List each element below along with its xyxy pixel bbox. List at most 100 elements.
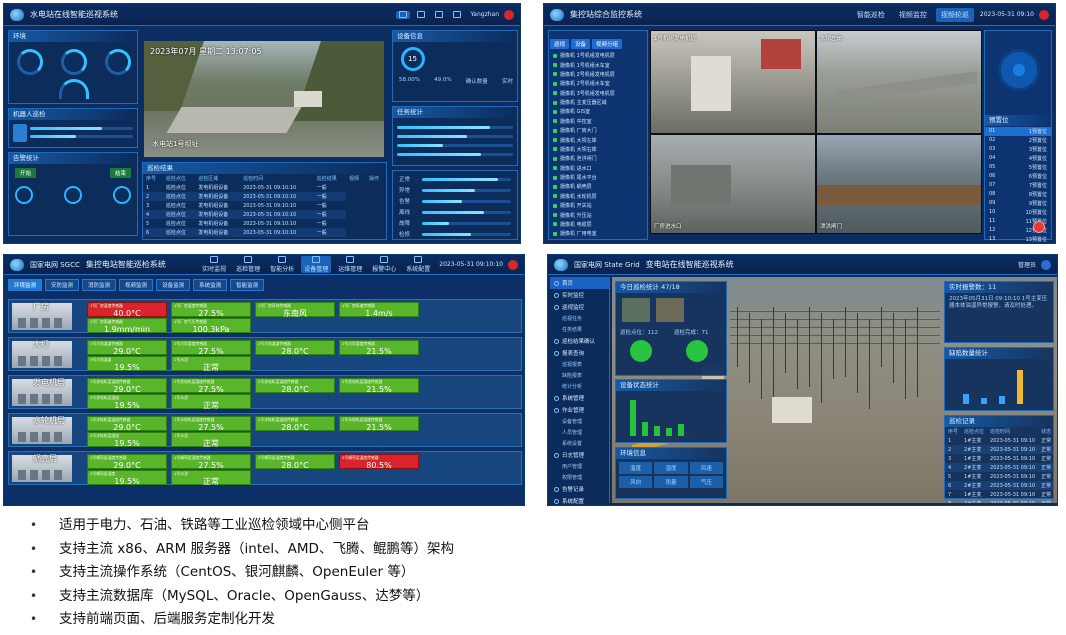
s4-menu-item[interactable]: 日志管理 bbox=[550, 449, 609, 461]
s3-sensor-cell[interactable]: 2号蜗壳层温度传感器 28.0°C bbox=[255, 454, 335, 470]
s4-menu-item[interactable]: 系统管理 bbox=[550, 392, 609, 404]
s2-tree-item[interactable]: 摄像机 厂房大门 bbox=[549, 126, 647, 135]
s4-menu-item[interactable]: 系统设置 bbox=[550, 438, 609, 449]
s4-menu-item[interactable]: 系统配置 bbox=[550, 495, 609, 505]
s2-tree-item[interactable]: 摄像机 开关站 bbox=[549, 201, 647, 210]
s4-menu-item[interactable]: 实时监控 bbox=[550, 289, 609, 301]
s3-sensor-cell[interactable]: 1号大坝湿度传感器 27.5% bbox=[171, 340, 251, 356]
s4-menu-item[interactable]: 报表查询 bbox=[550, 347, 609, 359]
s3-sensor-cell[interactable]: 2号大坝温度传感器 28.0°C bbox=[255, 340, 335, 356]
s1-table-row[interactable]: 6 巡检点位 发电机组设备 2023-05-31 09:10:10 一般 bbox=[143, 228, 386, 237]
s2-tree-item[interactable]: 摄像机 尾水平台 bbox=[549, 173, 647, 182]
s3-sensor-cell[interactable]: 2号发电机层温度传感器 28.0°C bbox=[255, 378, 335, 394]
s1-stop-button[interactable]: 结束 bbox=[109, 168, 131, 178]
s1-table-row[interactable]: 3 巡检点位 发电机组设备 2023-05-31 09:10:10 一般 bbox=[143, 201, 386, 210]
s2-preset-item[interactable]: 13 13预置位 bbox=[985, 235, 1051, 243]
s1-power-icon[interactable] bbox=[504, 9, 514, 20]
s3-sensor-cell[interactable]: 1号水浸 正常 bbox=[171, 394, 251, 410]
s2-preset-item[interactable]: 03 3预置位 bbox=[985, 145, 1051, 154]
s4-menu-item[interactable]: 巡视监控 bbox=[550, 301, 609, 313]
s4-env-tile[interactable]: 湿度 bbox=[654, 462, 688, 474]
s4-menu-item[interactable]: 首页 bbox=[550, 277, 609, 289]
s3-power-icon[interactable] bbox=[508, 259, 518, 270]
s3-sensor-cell[interactable]: 1号厂房气压传感器 100.3kPa bbox=[171, 318, 251, 334]
s3-sensor-cell[interactable]: 1号厂房雨量传感器 1.9mm/min bbox=[87, 318, 167, 334]
s3-sensor-cell[interactable]: 1号发电机层温度传感器 29.0°C bbox=[87, 378, 167, 394]
s2-video-3[interactable]: 厂房进水口 bbox=[650, 134, 816, 234]
s3-nav-item[interactable]: 巡检管理 bbox=[233, 256, 263, 273]
s2-ptz-dpad[interactable] bbox=[998, 49, 1040, 91]
s2-preset-item[interactable]: 07 7预置位 bbox=[985, 181, 1051, 190]
s2-power-icon[interactable] bbox=[1039, 9, 1049, 20]
s1-table-row[interactable]: 2 巡检点位 发电机组设备 2023-05-31 09:10:10 一般 bbox=[143, 192, 386, 201]
s4-records-row[interactable]: 2 2#主变 2023-05-31 09:10 正常 bbox=[945, 445, 1055, 454]
s3-sensor-cell[interactable]: 3号发电机层湿度 19.5% bbox=[87, 394, 167, 410]
s4-menu-item[interactable]: 任务结果 bbox=[550, 324, 609, 335]
s2-tree-item[interactable]: 摄像机 进水口 bbox=[549, 164, 647, 173]
s3-nav-item[interactable]: 设备管理 bbox=[301, 256, 332, 273]
s2-tree-item[interactable]: 摄像机 大坝右岸 bbox=[549, 145, 647, 154]
s2-nav-item[interactable]: 视频轮巡 bbox=[935, 7, 974, 22]
s1-nav-monitor[interactable] bbox=[414, 10, 428, 19]
s2-tree-item[interactable]: 摄像机 GIS室 bbox=[549, 107, 647, 116]
s3-subtab[interactable]: 智能监测 bbox=[230, 279, 265, 291]
s4-env-tile[interactable]: 风向 bbox=[619, 476, 653, 488]
s2-record-button[interactable] bbox=[1033, 221, 1045, 233]
s4-env-tile[interactable]: 雨量 bbox=[654, 476, 688, 488]
s3-subtab[interactable]: 设备监测 bbox=[156, 279, 191, 291]
s2-video-2[interactable]: 大坝左岸 bbox=[816, 30, 982, 134]
s1-nav-home[interactable] bbox=[396, 10, 411, 19]
s3-sensor-cell[interactable]: 1号水浸 正常 bbox=[171, 356, 251, 372]
s3-sensor-cell[interactable]: 3号蜗壳层湿度 19.5% bbox=[87, 470, 167, 486]
s1-nav-config[interactable] bbox=[450, 10, 464, 19]
s3-sensor-cell[interactable]: 1号蜗壳层温度传感器 29.0°C bbox=[87, 454, 167, 470]
s2-tree-item[interactable]: 摄像机 升压站 bbox=[549, 210, 647, 219]
s4-records-row[interactable]: 82#主变2023-05-31 09:10正常 bbox=[945, 499, 1055, 503]
s3-subtab[interactable]: 系统监测 bbox=[193, 279, 228, 291]
s2-tree-item[interactable]: 摄像机 蜗壳层 bbox=[549, 182, 647, 191]
s1-table-row[interactable]: 1 巡检点位 发电机组设备 2023-05-31 09:10:10 一般 bbox=[143, 183, 386, 192]
s3-subtab[interactable]: 视频监测 bbox=[119, 279, 154, 291]
s4-records-row[interactable]: 7 1#主变 2023-05-31 09:10 正常 bbox=[945, 490, 1054, 499]
s3-sensor-cell[interactable]: 1号厂房风向传感器 东南风 bbox=[255, 302, 335, 318]
s3-sensor-cell[interactable]: 1号蜗壳层湿度传感器 27.5% bbox=[171, 454, 251, 470]
s2-preset-item[interactable]: 01 1预置位 bbox=[985, 127, 1051, 136]
s2-tree-item[interactable]: 摄像机 主变压器区域 bbox=[549, 98, 647, 107]
s3-sensor-cell[interactable]: 1号水浸 正常 bbox=[171, 470, 251, 486]
s3-nav-item[interactable]: 系统配置 bbox=[403, 256, 433, 273]
s4-records-row[interactable]: 3 1#主变 2023-05-31 09:10 正常 bbox=[945, 454, 1054, 463]
s3-subtab[interactable]: 安防监测 bbox=[45, 279, 80, 291]
s2-video-4[interactable]: 泄洪闸门 bbox=[816, 134, 982, 234]
s4-settings-icon[interactable] bbox=[1041, 259, 1051, 270]
s3-sensor-cell[interactable]: 2号发电机层湿度传感器 21.5% bbox=[339, 378, 419, 394]
s2-tree-tab[interactable]: 巡视 bbox=[550, 39, 570, 49]
s4-records-row[interactable]: 5 1#主变 2023-05-31 09:10 正常 bbox=[945, 472, 1054, 481]
s3-subtab[interactable]: 消防监测 bbox=[82, 279, 117, 291]
s2-tree-item[interactable]: 摄像机 电缆层 bbox=[549, 220, 647, 229]
s2-tree-item[interactable]: 摄像机 2号机组发电机层 bbox=[549, 70, 647, 79]
s3-sensor-cell[interactable]: 1号大坝温度传感器 29.0°C bbox=[87, 340, 167, 356]
s4-menu-item[interactable]: 人员管理 bbox=[550, 427, 609, 438]
s2-nav-item[interactable]: 视频监控 bbox=[894, 8, 932, 22]
s4-env-tile[interactable]: 风速 bbox=[689, 462, 723, 474]
s2-tree-item[interactable]: 摄像机 中控室 bbox=[549, 117, 647, 126]
s4-records-row[interactable]: 1 1#主变 2023-05-31 09:10 正常 bbox=[945, 436, 1054, 445]
s1-camera-view[interactable]: 2023年07月 星期二 13:07:05 水电站1号坝址 bbox=[144, 41, 384, 157]
s4-menu-item[interactable]: 权限管理 bbox=[550, 472, 609, 483]
s4-env-tile[interactable]: 温度 bbox=[619, 462, 653, 474]
s4-aerial-view[interactable]: 今日巡检统计 47/18 巡检点位：112 巡检完成：71 设备状态统计 环境信… bbox=[612, 277, 1057, 503]
s3-sensor-cell[interactable]: 1号厂房湿度传感器 27.5% bbox=[171, 302, 251, 318]
s3-sensor-cell[interactable]: 1号厂房温度传感器 40.0°C bbox=[87, 302, 167, 318]
s2-preset-item[interactable]: 02 2预置位 bbox=[985, 136, 1051, 145]
s1-table-row[interactable]: 4 巡检点位 发电机组设备 2023-05-31 09:10:10 一般 bbox=[143, 210, 386, 219]
s3-nav-item[interactable]: 运维管理 bbox=[335, 256, 365, 273]
s2-tree-item[interactable]: 摄像机 1号机组发电机层 bbox=[549, 51, 647, 60]
s2-tree-item[interactable]: 摄像机 3号机组发电机层 bbox=[549, 89, 647, 98]
s3-sensor-cell[interactable]: 2号大坝湿度传感器 21.5% bbox=[339, 340, 419, 356]
s1-table-row[interactable]: 5 巡检点位 发电机组设备 2023-05-31 09:10:10 一般 bbox=[143, 219, 386, 228]
s3-nav-item[interactable]: 实时监视 bbox=[199, 256, 229, 273]
s2-preset-item[interactable]: 06 6预置位 bbox=[985, 172, 1051, 181]
s4-menu-item[interactable]: 设备管理 bbox=[550, 416, 609, 427]
s3-subtab[interactable]: 环境监测 bbox=[8, 279, 43, 291]
s2-preset-item[interactable]: 08 8预置位 bbox=[985, 190, 1051, 199]
